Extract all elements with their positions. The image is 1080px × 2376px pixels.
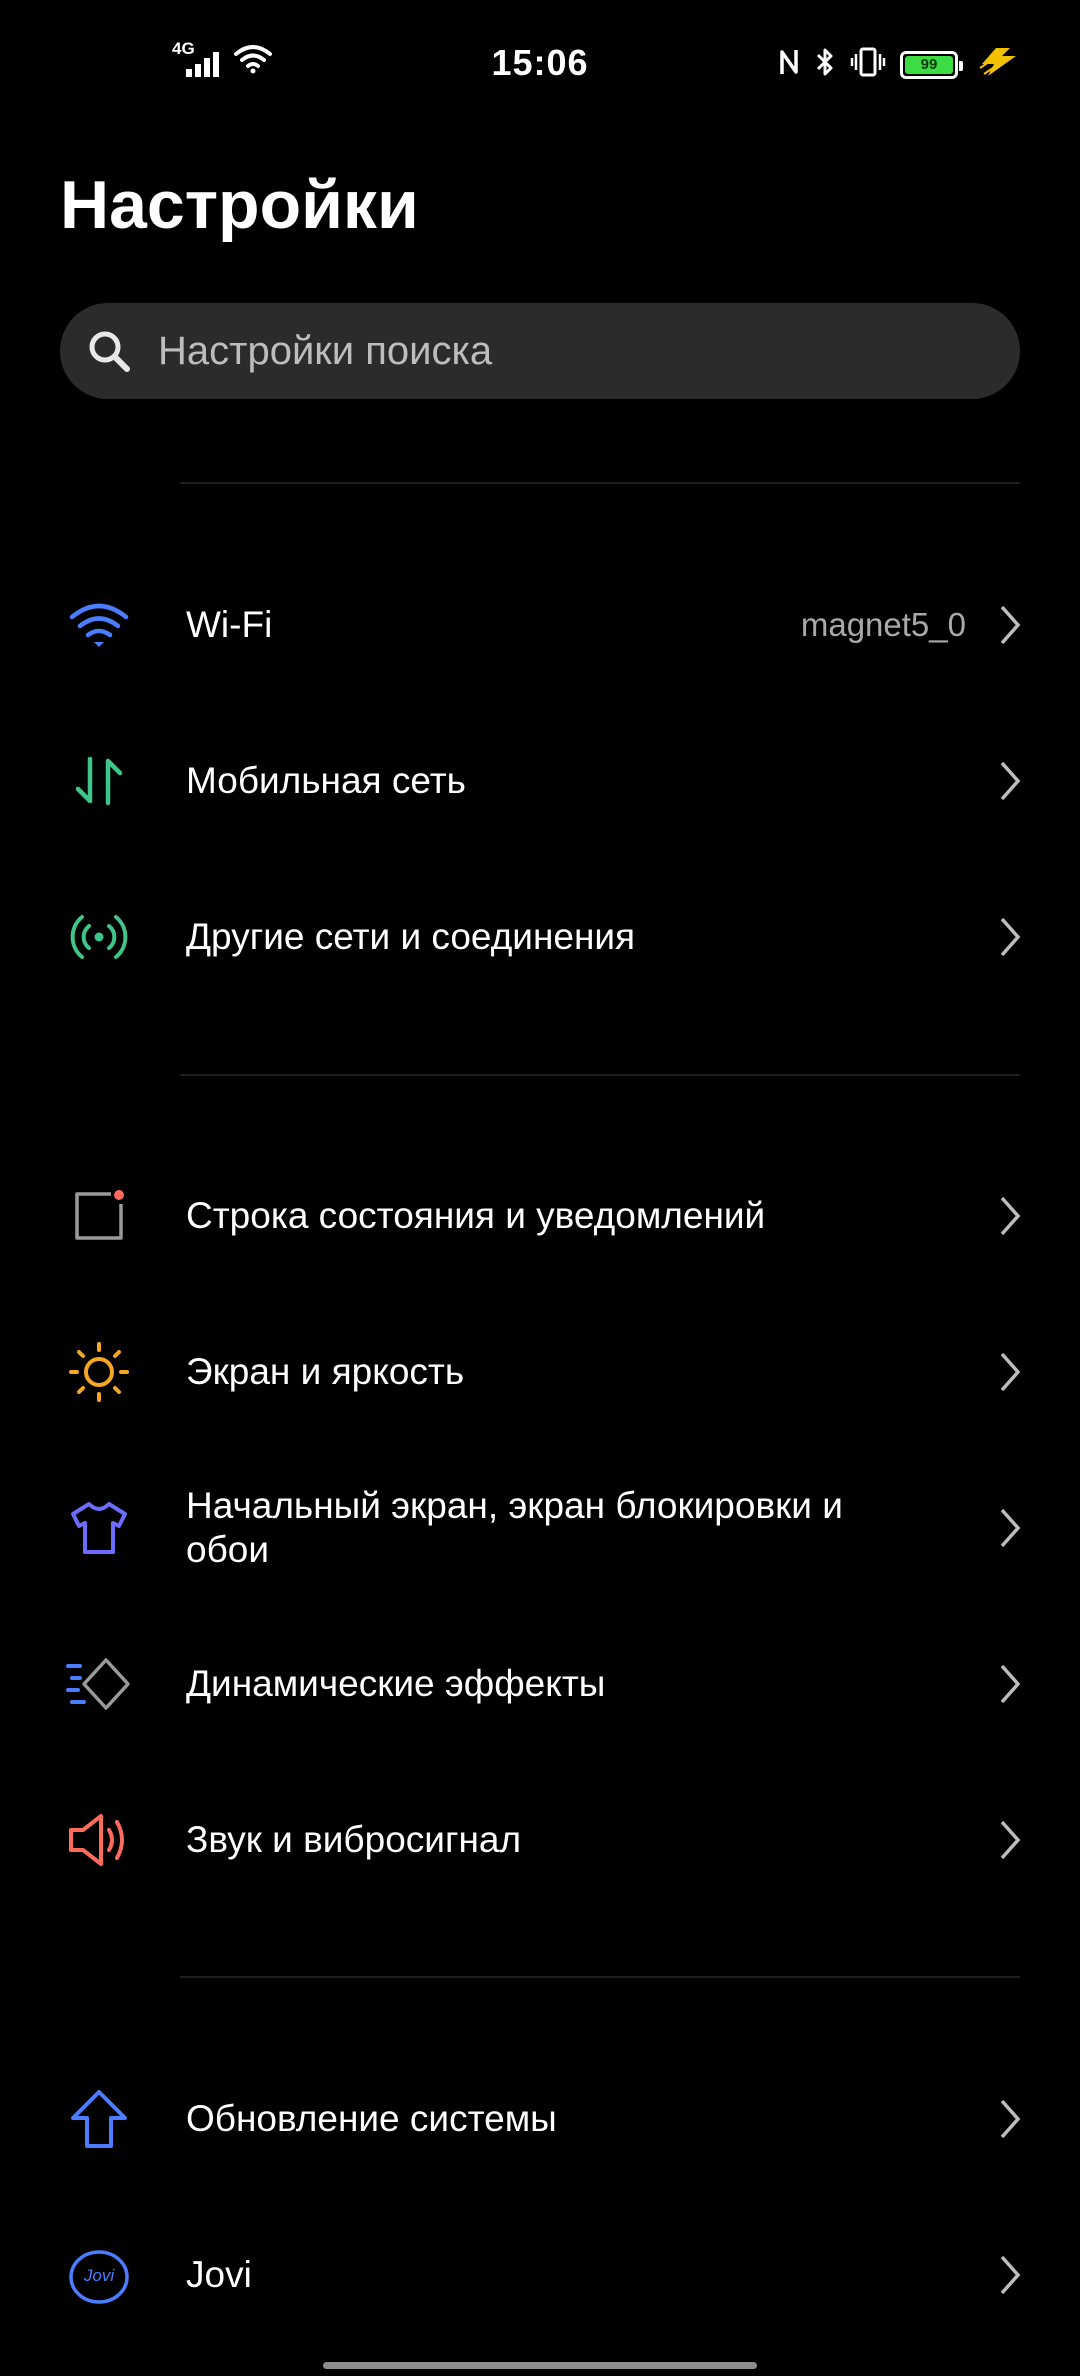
settings-screen: 4G 15:06 99 Настройки Настройки поиска W… bbox=[0, 0, 1080, 2376]
settings-item-label: Строка состояния и уведомлений bbox=[186, 1195, 766, 1236]
chevron-right-icon bbox=[1000, 1664, 1021, 1704]
chevron-right-icon bbox=[1000, 605, 1021, 645]
settings-item-label: Wi-Fi bbox=[186, 604, 273, 645]
settings-item-label: Jovi bbox=[186, 2254, 252, 2295]
chevron-right-icon bbox=[1000, 1508, 1021, 1548]
home-indicator[interactable] bbox=[323, 2362, 757, 2369]
settings-item-display-brightness[interactable]: Экран и яркость bbox=[0, 1294, 1080, 1450]
wifi-icon bbox=[62, 588, 136, 662]
connections-icon bbox=[62, 900, 136, 974]
dynamic-effects-icon bbox=[62, 1647, 136, 1721]
brightness-icon bbox=[62, 1335, 136, 1409]
search-placeholder: Настройки поиска bbox=[158, 328, 493, 373]
charging-icon bbox=[978, 46, 1020, 83]
battery-icon: 99 bbox=[900, 50, 963, 79]
jovi-icon: Jovi bbox=[62, 2238, 136, 2312]
battery-level: 99 bbox=[905, 55, 953, 74]
notification-icon bbox=[62, 1179, 136, 1253]
chevron-right-icon bbox=[1000, 761, 1021, 801]
settings-item-label: Обновление системы bbox=[186, 2098, 557, 2139]
settings-item-label: Мобильная сеть bbox=[186, 760, 466, 801]
settings-item-dynamic-effects[interactable]: Динамические эффекты bbox=[0, 1606, 1080, 1762]
system-update-icon bbox=[62, 2082, 136, 2156]
chevron-right-icon bbox=[1000, 2099, 1021, 2139]
nfc-icon bbox=[778, 46, 800, 83]
settings-item-status-bar[interactable]: Строка состояния и уведомлений bbox=[0, 1138, 1080, 1294]
divider bbox=[180, 482, 1020, 484]
settings-item-jovi[interactable]: Jovi Jovi bbox=[0, 2197, 1080, 2353]
settings-item-mobile-network[interactable]: Мобильная сеть bbox=[0, 703, 1080, 859]
settings-item-home-lock-wallpaper[interactable]: Начальный экран, экран блокировки и обои bbox=[0, 1450, 1080, 1606]
page-title: Настройки bbox=[60, 167, 419, 243]
sound-icon bbox=[62, 1803, 136, 1877]
chevron-right-icon bbox=[1000, 1196, 1021, 1236]
settings-item-sound-vibration[interactable]: Звук и вибросигнал bbox=[0, 1762, 1080, 1918]
settings-item-other-connections[interactable]: Другие сети и соединения bbox=[0, 859, 1080, 1015]
settings-item-label: Другие сети и соединения bbox=[186, 916, 636, 957]
settings-item-system-update[interactable]: Обновление системы bbox=[0, 2041, 1080, 2197]
chevron-right-icon bbox=[1000, 1352, 1021, 1392]
divider bbox=[180, 1074, 1020, 1076]
status-right: 99 bbox=[778, 46, 1020, 83]
divider bbox=[180, 1976, 1020, 1978]
chevron-right-icon bbox=[1000, 2255, 1021, 2295]
settings-item-wifi[interactable]: Wi-Fi magnet5_0 bbox=[0, 547, 1080, 703]
jovi-icon-text: Jovi bbox=[83, 2266, 115, 2285]
status-bar: 4G 15:06 99 bbox=[0, 0, 1080, 130]
settings-item-label: Экран и яркость bbox=[186, 1351, 465, 1392]
search-input[interactable]: Настройки поиска bbox=[60, 303, 1020, 399]
wifi-network-name: magnet5_0 bbox=[800, 606, 966, 643]
chevron-right-icon bbox=[1000, 1820, 1021, 1860]
chevron-right-icon bbox=[1000, 917, 1021, 957]
settings-item-label: Звук и вибросигнал bbox=[186, 1819, 522, 1860]
theme-shirt-icon bbox=[62, 1491, 136, 1565]
vibrate-icon bbox=[850, 46, 886, 83]
search-icon bbox=[89, 331, 130, 372]
settings-item-label: Динамические эффекты bbox=[186, 1663, 606, 1704]
bluetooth-icon bbox=[814, 46, 836, 83]
settings-item-label: Начальный экран, экран блокировки и обои bbox=[186, 1485, 843, 1570]
mobile-data-icon bbox=[62, 744, 136, 818]
